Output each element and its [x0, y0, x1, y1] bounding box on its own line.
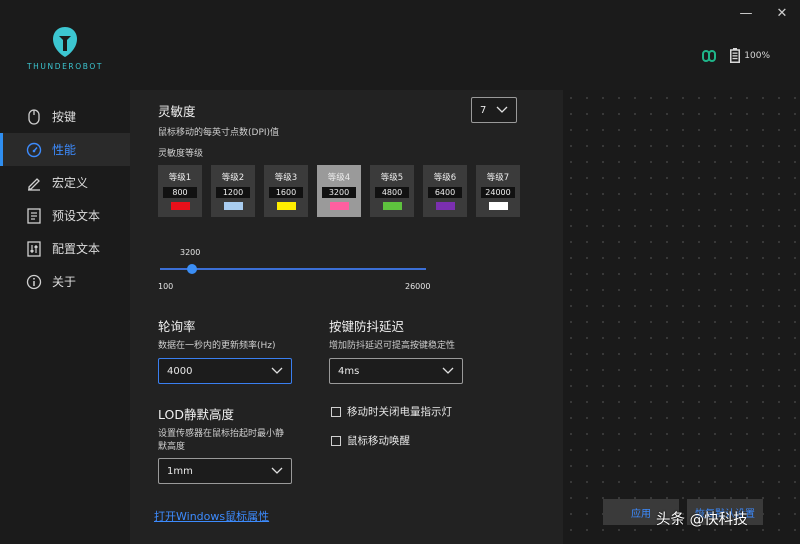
link-icon [702, 49, 717, 62]
battery-icon [730, 48, 741, 63]
slider-value-label: 3200 [180, 248, 201, 257]
checkbox-box[interactable] [331, 406, 341, 417]
polling-rate-title: 轮询率 [158, 319, 196, 334]
dotted-side-panel [563, 90, 800, 544]
slider-track [160, 268, 426, 270]
lod-description-line2: 默高度 [158, 442, 186, 452]
polling-rate-value: 4000 [167, 365, 193, 377]
level-dpi: 1600 [269, 187, 303, 198]
debounce-select[interactable]: 4ms [329, 358, 463, 384]
level-name: 等级2 [221, 173, 245, 183]
debounce-value: 4ms [338, 365, 360, 377]
debounce-description: 增加防抖延迟可提高按键稳定性 [329, 341, 456, 351]
brand-logo: THUNDEROBOT [26, 26, 104, 71]
slider-max-label: 26000 [405, 282, 431, 291]
sliders-icon [26, 240, 42, 257]
dpi-level-5[interactable]: 等级5 4800 [370, 165, 414, 217]
windows-mouse-properties-link[interactable]: 打开Windows鼠标属性 [154, 508, 269, 524]
pencil-icon [26, 175, 42, 191]
battery-status: 100% [730, 48, 770, 63]
dpi-level-2[interactable]: 等级2 1200 [211, 165, 255, 217]
device-status: 100% [702, 48, 770, 63]
level-color-swatch [276, 202, 296, 210]
disable-indicator-checkbox[interactable]: 移动时关闭电量指示灯 [331, 404, 452, 419]
level-color-swatch [435, 202, 455, 210]
dpi-description: 鼠标移动的每英寸点数(DPI)值 [158, 128, 280, 138]
level-name: 等级5 [380, 173, 404, 183]
sidebar-item-config-text[interactable]: 配置文本 [0, 232, 130, 265]
checkbox-box[interactable] [331, 435, 341, 446]
sidebar-item-performance[interactable]: 性能 [0, 133, 130, 166]
lod-select[interactable]: 1mm [158, 458, 292, 484]
debounce-title: 按键防抖延迟 [329, 319, 405, 334]
sensitivity-title: 灵敏度 [158, 104, 196, 119]
level-name: 等级3 [274, 173, 298, 183]
level-name: 等级4 [327, 173, 351, 183]
sidebar-item-keys[interactable]: 按键 [0, 100, 130, 133]
level-dpi: 800 [163, 187, 197, 198]
sidebar-item-macro[interactable]: 宏定义 [0, 166, 130, 199]
checkbox-label: 移动时关闭电量指示灯 [347, 406, 452, 418]
level-color-swatch [329, 202, 349, 210]
level-dpi: 24000 [481, 187, 515, 198]
close-button[interactable]: ✕ [764, 0, 800, 26]
lod-description-line1: 设置传感器在鼠标抬起时最小静 [158, 429, 285, 439]
level-color-swatch [382, 202, 402, 210]
dpi-slider[interactable] [160, 264, 426, 274]
info-icon [26, 274, 42, 290]
gauge-icon [26, 142, 42, 158]
polling-rate-description: 数据在一秒内的更新频率(Hz) [158, 341, 276, 351]
level-dpi: 1200 [216, 187, 250, 198]
dpi-levels: 等级1 800 等级2 1200 等级3 1600 等级4 3200 等级5 4… [158, 165, 520, 217]
level-count-value: 7 [480, 104, 487, 116]
chevron-down-icon [271, 467, 283, 474]
document-icon [26, 207, 42, 224]
title-bar: — ✕ THUNDEROBOT 100% [0, 0, 800, 90]
level-dpi: 6400 [428, 187, 462, 198]
dpi-level-7[interactable]: 等级7 24000 [476, 165, 520, 217]
sidebar-item-label: 配置文本 [52, 242, 101, 256]
level-name: 等级7 [486, 173, 510, 183]
slider-min-label: 100 [158, 282, 174, 291]
level-name: 等级6 [433, 173, 457, 183]
wake-on-move-checkbox[interactable]: 鼠标移动唤醒 [331, 433, 410, 448]
level-color-swatch [223, 202, 243, 210]
chevron-down-icon [271, 367, 283, 374]
sidebar-item-label: 关于 [52, 275, 77, 289]
level-color-swatch [488, 202, 508, 210]
battery-percent: 100% [744, 50, 770, 61]
mouse-icon [26, 108, 42, 125]
minimize-button[interactable]: — [728, 0, 764, 26]
level-count-select[interactable]: 7 [471, 97, 517, 123]
thunderobot-logo-icon [53, 27, 77, 57]
window-controls: — ✕ [728, 0, 800, 26]
slider-thumb[interactable] [186, 264, 197, 274]
polling-rate-select[interactable]: 4000 [158, 358, 292, 384]
level-dpi: 3200 [322, 187, 356, 198]
level-name: 等级1 [168, 173, 192, 183]
dpi-level-4[interactable]: 等级4 3200 [317, 165, 361, 217]
chevron-down-icon [496, 106, 508, 113]
sidebar: 按键 性能 宏定义 预设文本 配置文本 关于 [0, 90, 130, 544]
checkbox-label: 鼠标移动唤醒 [347, 435, 410, 447]
sidebar-item-label: 性能 [52, 143, 77, 157]
level-dpi: 4800 [375, 187, 409, 198]
dpi-level-6[interactable]: 等级6 6400 [423, 165, 467, 217]
dpi-level-3[interactable]: 等级3 1600 [264, 165, 308, 217]
sidebar-item-label: 宏定义 [52, 176, 89, 190]
lod-title: LOD静默高度 [158, 407, 234, 422]
level-color-swatch [170, 202, 190, 210]
sidebar-item-label: 按键 [52, 110, 77, 124]
watermark: 头条 @快科技 [656, 512, 748, 528]
brand-name: THUNDEROBOT [26, 62, 104, 71]
sidebar-item-about[interactable]: 关于 [0, 265, 130, 298]
levels-label: 灵敏度等级 [158, 149, 204, 159]
sidebar-item-preset-text[interactable]: 预设文本 [0, 199, 130, 232]
sidebar-item-label: 预设文本 [52, 209, 101, 223]
dpi-level-1[interactable]: 等级1 800 [158, 165, 202, 217]
chevron-down-icon [442, 367, 454, 374]
lod-value: 1mm [167, 465, 193, 477]
